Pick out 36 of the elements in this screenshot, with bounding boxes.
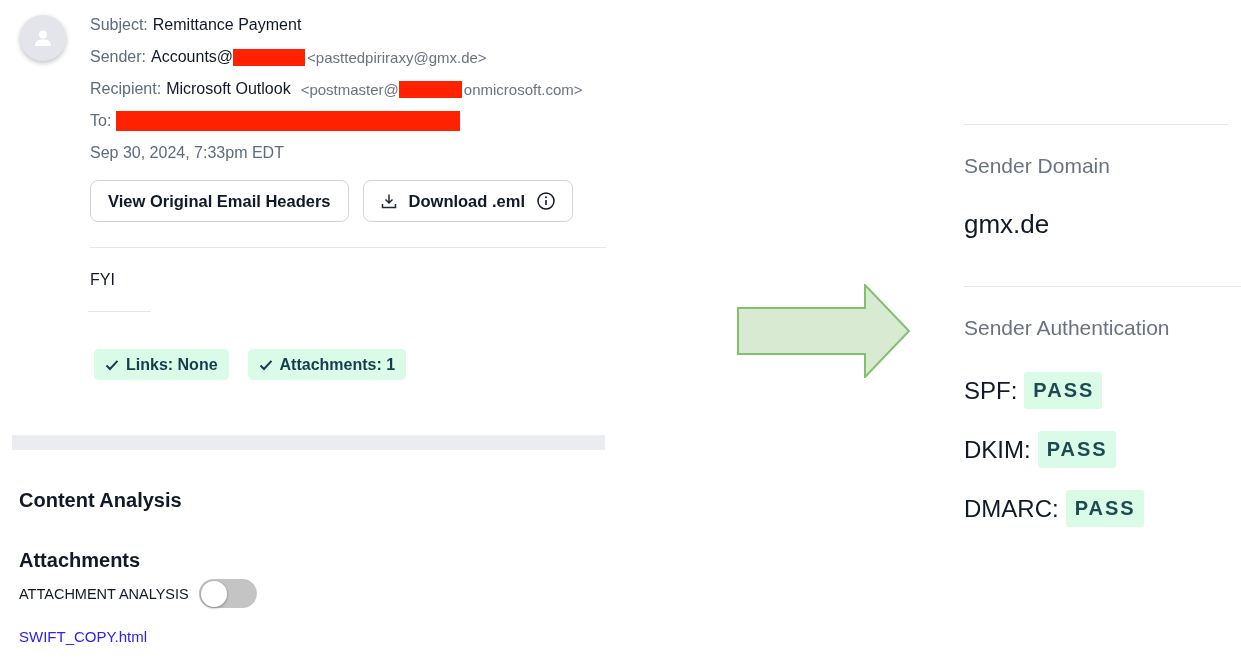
field-value: Remittance Payment	[152, 16, 302, 34]
field-value: Accounts@	[151, 48, 234, 66]
domain-value: gmx.de	[964, 209, 1050, 239]
field-label: Recipient:	[90, 80, 162, 98]
email-address: onmicrosoft.com>	[463, 80, 583, 98]
section-heading: Sender Authentication	[964, 316, 1170, 339]
email-address: <pasttedpiriraxy@gmx.de>	[307, 48, 487, 66]
check-icon	[105, 358, 119, 371]
badge-text: Attachments: 1	[279, 355, 396, 374]
redaction-bar	[398, 80, 462, 98]
field-label: To:	[90, 112, 112, 130]
toggle-label: ATTACHMENT ANALYSIS	[19, 585, 189, 602]
check-name: DMARC:	[964, 494, 1059, 523]
result-badge: PASS	[1065, 490, 1144, 527]
section-heading: Attachments	[19, 549, 141, 571]
result-badge: PASS	[1024, 372, 1103, 409]
section-heading: Content Analysis	[19, 489, 182, 511]
avatar-icon	[20, 15, 66, 61]
download-icon	[380, 193, 397, 209]
headers-button[interactable]: View Original Email Headers	[90, 180, 349, 222]
download-button[interactable]: Download .eml	[362, 180, 573, 222]
field-value: Microsoft Outlook	[166, 80, 291, 98]
check-name: SPF:	[964, 376, 1018, 405]
date-text: Sep 30, 2024, 7:33pm EDT	[90, 144, 284, 162]
check-icon	[258, 358, 273, 371]
check-name: DKIM:	[964, 435, 1031, 464]
attachment-link[interactable]: SWIFT_COPY.html	[19, 627, 148, 647]
toggle-switch[interactable]	[198, 579, 257, 608]
email-body-text: FYI	[90, 269, 115, 290]
email-address: <postmaster@	[300, 80, 399, 98]
info-icon[interactable]	[537, 192, 555, 210]
field-label: Subject:	[90, 16, 148, 34]
field-label: Sender:	[90, 48, 147, 66]
section-heading: Sender Domain	[964, 154, 1110, 177]
badge-text: Links: None	[126, 355, 218, 374]
result-badge: PASS	[1037, 431, 1116, 468]
